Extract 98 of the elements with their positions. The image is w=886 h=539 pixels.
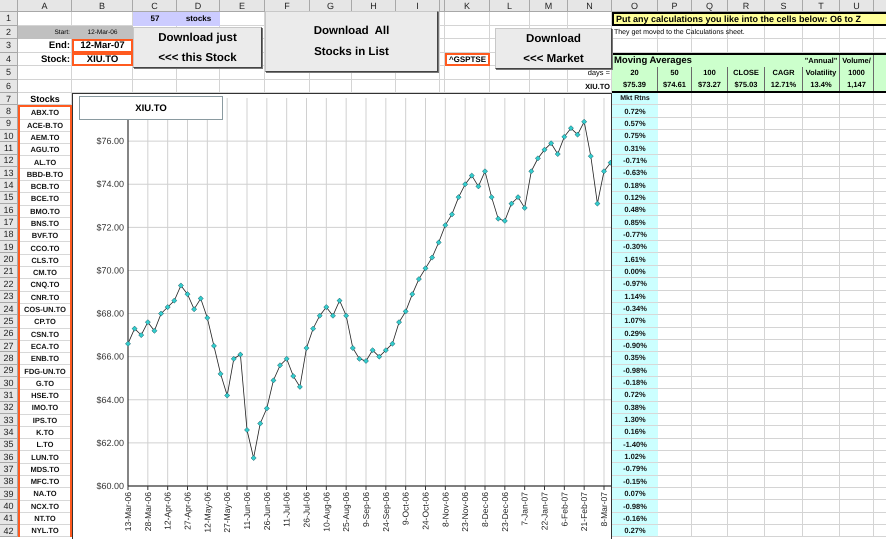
data-point: [561, 134, 568, 140]
axis-label: 8-Dec-06: [480, 492, 490, 527]
axis-label: 24-Oct-06: [420, 492, 430, 530]
data-point: [402, 308, 409, 314]
end-date-field[interactable]: 12-Mar-07: [72, 39, 133, 52]
axis-label: 21-Feb-07: [579, 492, 590, 532]
data-point: [144, 319, 151, 326]
axis-label: $66.00: [96, 352, 124, 362]
axis-label: 27-May-06: [222, 492, 232, 533]
data-point: [535, 156, 541, 162]
axis-label: 9-Oct-06: [400, 492, 411, 526]
axis-label: 12-May-06: [202, 492, 212, 533]
stock-field[interactable]: XIU.TO: [72, 52, 133, 66]
data-point: [330, 312, 336, 319]
axis-label: 23-Dec-06: [500, 492, 510, 532]
data-point: [244, 427, 250, 433]
data-point: [554, 151, 561, 157]
axis-label: $76.00: [96, 136, 124, 146]
axis-label: 8-Mar-07: [599, 492, 609, 526]
data-point: [184, 291, 190, 297]
data-point: [218, 371, 224, 377]
data-point: [594, 200, 600, 206]
axis-label: 26-Jun-06: [262, 492, 272, 530]
data-point: [264, 406, 270, 412]
data-point: [601, 168, 607, 174]
axis-label: $64.00: [96, 394, 124, 405]
axis-label: 6-Feb-07: [559, 492, 570, 526]
data-point: [350, 345, 356, 351]
axis-label: $74.00: [96, 179, 124, 190]
data-point: [522, 205, 528, 211]
data-point: [449, 212, 455, 218]
stock-count-label: stocks: [184, 14, 212, 24]
data-point: [198, 296, 204, 302]
data-point: [343, 312, 350, 319]
data-point: [409, 291, 416, 297]
axis-label: 27-Apr-06: [182, 492, 192, 530]
data-point: [310, 326, 316, 332]
data-point: [581, 118, 588, 125]
data-point: [211, 343, 217, 349]
end-label: End:: [48, 39, 71, 52]
axis-label: 23-Nov-06: [460, 492, 470, 532]
data-point: [468, 172, 475, 178]
stats-title: Moving Averages: [613, 54, 693, 67]
stock-count: 57: [150, 14, 160, 24]
market-index-field[interactable]: ^GSPTSE: [445, 52, 490, 66]
data-point: [270, 378, 276, 384]
axis-label: 8-Nov-06: [440, 492, 450, 527]
axis-label: $70.00: [96, 265, 124, 276]
data-point: [456, 194, 462, 200]
data-point: [528, 168, 534, 174]
axis-label: $60.00: [96, 481, 124, 491]
data-point: [290, 373, 296, 379]
data-point: [462, 181, 468, 188]
data-point: [436, 240, 442, 246]
download-button[interactable]: Download All Stocks in List: [265, 11, 438, 72]
stock-label: Stock:: [40, 52, 71, 66]
data-point: [297, 384, 303, 390]
axis-label: $68.00: [96, 308, 124, 319]
data-point: [476, 184, 482, 190]
axis-label: 25-Aug-06: [341, 492, 352, 532]
data-point: [152, 328, 158, 334]
data-point: [323, 304, 330, 310]
axis-label: 12-Apr-06: [162, 492, 173, 530]
axis-label: 7-Jan-07: [520, 492, 530, 526]
data-point: [125, 340, 131, 347]
download-button[interactable]: Download just <<< this Stock: [133, 27, 262, 68]
data-point: [178, 282, 184, 288]
data-point: [304, 345, 310, 351]
data-point: [250, 455, 256, 461]
stocks-header: Stocks: [29, 93, 61, 106]
data-point: [316, 312, 323, 319]
axis-label: 13-Mar-06: [123, 492, 133, 532]
data-point: [488, 194, 494, 200]
data-point: [429, 254, 435, 260]
data-point: [588, 153, 594, 160]
data-point: [442, 222, 448, 228]
download-button[interactable]: Download <<< Market: [495, 28, 612, 69]
axis-label: 24-Sep-06: [380, 492, 391, 532]
data-point: [204, 315, 210, 321]
axis-label: 10-Aug-06: [321, 492, 332, 532]
axis-label: $62.00: [96, 438, 124, 448]
axis-label: $72.00: [96, 222, 124, 232]
data-point: [224, 392, 230, 398]
axis-label: 26-Jul-06: [302, 492, 312, 528]
axis-label: 11-Jun-06: [242, 492, 252, 530]
data-point: [416, 276, 422, 282]
data-point: [191, 306, 197, 312]
axis-label: 11-Jul-06: [282, 492, 292, 527]
data-point: [257, 420, 264, 426]
instruction-banner: Put any calculations you like into the cells below: O6 to Z: [612, 12, 886, 26]
axis-label: 22-Jan-07: [540, 492, 550, 530]
data-point: [336, 298, 342, 304]
data-point: [396, 319, 402, 326]
axis-label: 9-Sep-06: [361, 492, 371, 527]
data-point: [422, 265, 428, 272]
axis-label: 28-Mar-06: [142, 492, 153, 532]
chart-title: XIU.TO: [79, 96, 223, 120]
data-point: [482, 168, 488, 174]
